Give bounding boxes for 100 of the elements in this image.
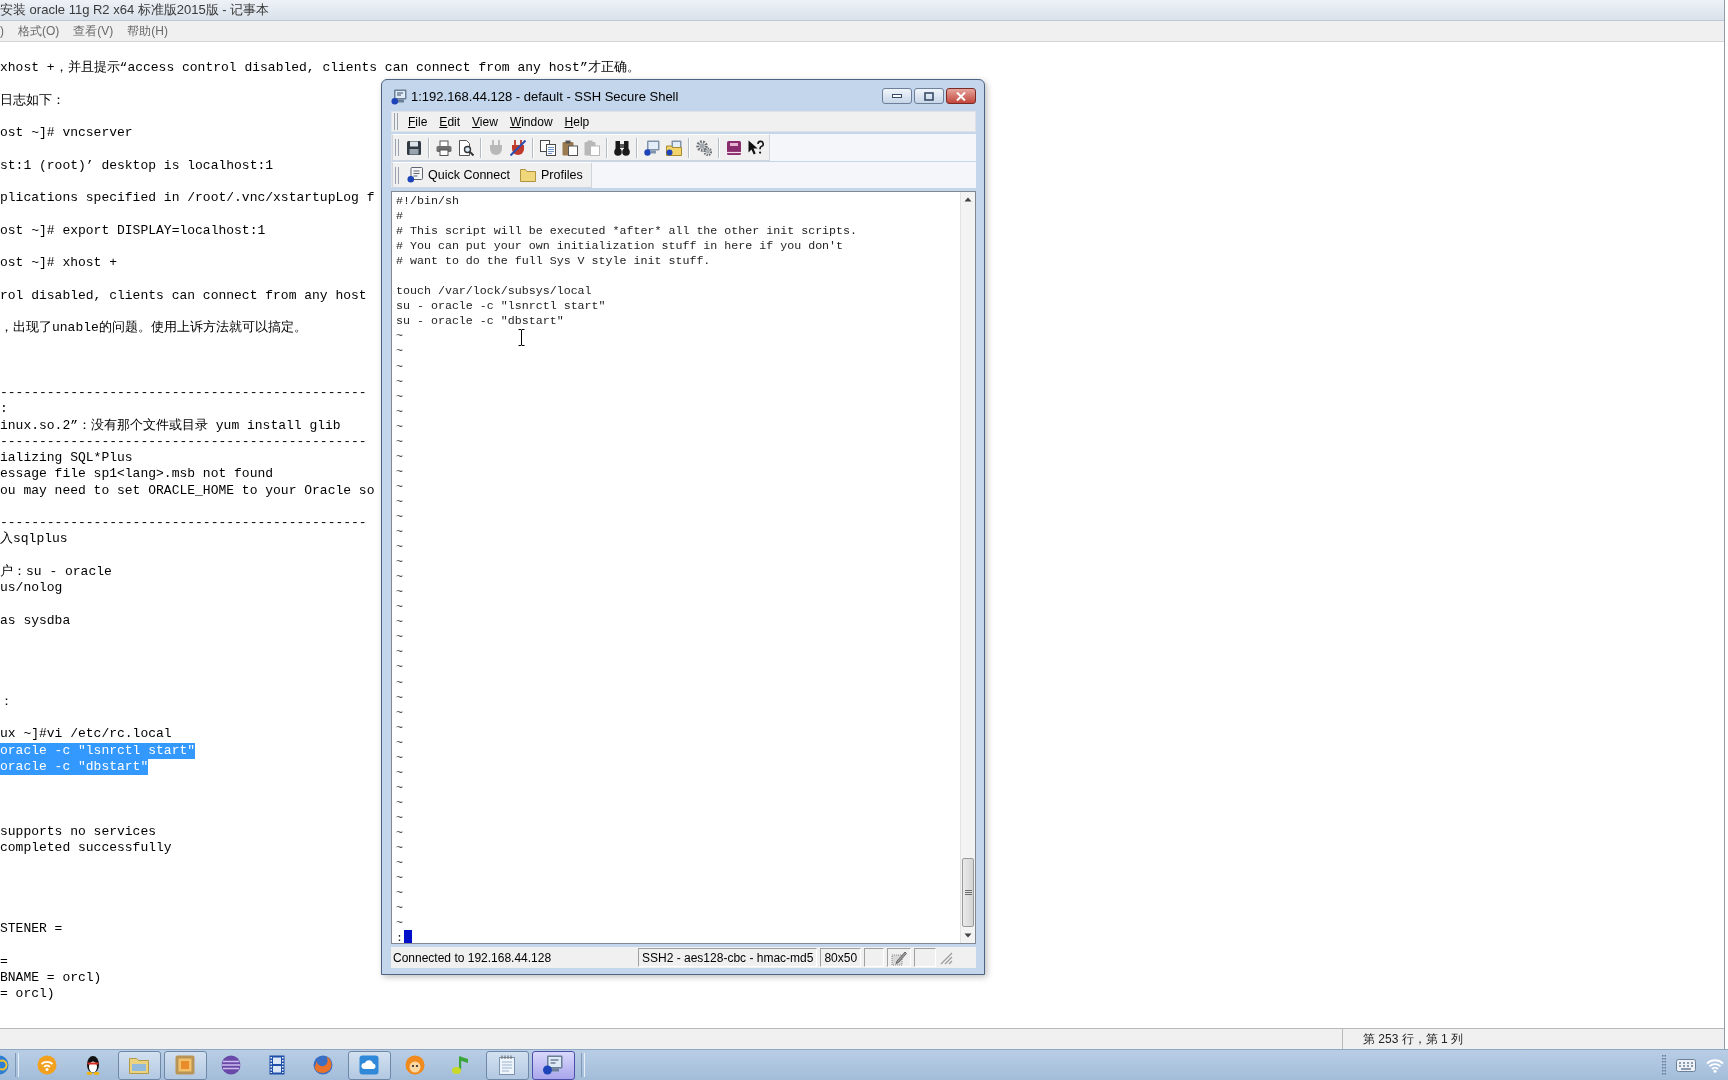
prompt-text: : — [396, 930, 403, 943]
text-line: ux ~]#vi /etc/rc.local — [0, 726, 172, 743]
terminal-icon — [391, 89, 407, 105]
text-line: BNAME = orcl) — [0, 970, 102, 987]
profiles-button[interactable]: Profiles — [516, 164, 589, 186]
terminal-line: ~ — [396, 764, 403, 780]
frame-icon — [175, 1055, 195, 1075]
terminal-line: ~ — [396, 493, 403, 509]
window-title: 1:192.168.44.128 - default - SSH Secure Shell — [411, 89, 679, 105]
vertical-scrollbar[interactable] — [960, 192, 975, 943]
taskbar-button[interactable] — [485, 1050, 529, 1080]
text-line: STENER = — [0, 921, 63, 938]
printer-icon[interactable] — [436, 139, 452, 156]
folder-icon — [520, 168, 536, 182]
minimize-button[interactable] — [882, 88, 912, 104]
text-line: = — [0, 953, 8, 970]
terminal-line: # This script will be executed *after* all the other init scripts. — [396, 223, 858, 239]
settings-icon[interactable] — [696, 139, 712, 156]
text-line: supports no services — [0, 823, 157, 840]
terminal-line: ~ — [396, 794, 403, 810]
terminal-line: ~ — [396, 539, 403, 555]
text-line: completed successfully — [0, 840, 172, 857]
text-line: plications specified in /root/.vnc/xstartupLog f — [0, 190, 375, 207]
menu-item[interactable]: Help — [558, 114, 596, 129]
globe-icon[interactable] — [313, 1055, 333, 1075]
terminal-line: ~ — [396, 885, 403, 901]
text-line: = orcl) — [0, 986, 55, 1003]
taskbar-button[interactable] — [531, 1050, 575, 1080]
book-icon[interactable] — [726, 139, 742, 156]
text-line: ----------------------------------------------- — [0, 433, 367, 450]
resize-grip-icon[interactable] — [939, 950, 954, 965]
menu-item[interactable]: ) — [0, 24, 11, 38]
menu-item[interactable]: 查看(V) — [66, 22, 121, 40]
scrollbar-thumb[interactable] — [962, 858, 974, 927]
terminal-line: ~ — [396, 448, 403, 464]
menu-item[interactable]: 帮助(H) — [120, 22, 175, 40]
text-line: ost ~]# vncserver — [0, 125, 133, 142]
notepad-icon — [497, 1055, 517, 1075]
pointer-question-icon[interactable] — [748, 139, 764, 156]
text-line: ，出现了unable的问题。使用上诉方法就可以搞定。 — [0, 320, 307, 337]
terminal-line: ~ — [396, 433, 403, 449]
menu-item[interactable]: 格式(O) — [11, 22, 67, 40]
terminal-line: ~ — [396, 809, 403, 825]
terminal-line: touch /var/lock/subsys/local — [396, 283, 592, 299]
text-line: rol disabled, clients can connect from any host — [0, 287, 367, 304]
globe-icon[interactable] — [0, 1055, 9, 1075]
text-line: as sysdba — [0, 612, 71, 629]
text-line: ou may need to set ORACLE_HOME to your Oracle so — [0, 482, 375, 499]
terminal-line: ~ — [396, 614, 403, 630]
menu-item[interactable]: File — [402, 114, 434, 129]
terminal-line: # You can put your own initialization stuff in here if you don't — [396, 238, 844, 254]
copy-icon[interactable] — [540, 139, 556, 156]
text-line: xhost +，并且提示“access control disabled, clients can connect from any host”才正确。 — [0, 60, 640, 77]
window-title: 安装 oracle 11g R2 x64 标准版2015版 - 记事本 — [0, 1, 270, 19]
keyboard-icon[interactable] — [1676, 1058, 1696, 1072]
menu-item[interactable]: Edit — [433, 114, 467, 129]
terminal-line: ~ — [396, 734, 403, 750]
terminal-line: ~ — [396, 418, 403, 434]
terminal-line: ~ — [396, 554, 403, 570]
clipboard-icon[interactable] — [562, 139, 578, 156]
menu-item[interactable]: Window — [503, 114, 559, 129]
maximize-icon — [924, 91, 934, 101]
terminal-line: su - oracle -c "lsnrctl start" — [396, 298, 606, 314]
film-icon[interactable] — [267, 1055, 287, 1075]
text-line: ----------------------------------------------- — [0, 385, 367, 402]
terminal-line: ~ — [396, 915, 403, 931]
text-line: ost ~]# xhost + — [0, 255, 118, 272]
maximize-button[interactable] — [914, 88, 944, 104]
terminal-line: ~ — [396, 644, 403, 660]
monitor-icon[interactable] — [644, 139, 660, 156]
taskbar-button[interactable] — [347, 1050, 391, 1080]
menu-item[interactable]: View — [466, 114, 504, 129]
terminal-line: ~ — [396, 840, 403, 856]
text-line: ----------------------------------------------- — [0, 515, 367, 531]
terminal-line: # — [396, 208, 403, 224]
close-button[interactable] — [946, 88, 976, 104]
monitor-folder-icon[interactable] — [666, 139, 682, 156]
plug-slash-icon[interactable] — [510, 139, 526, 156]
text-line: st:1 (root)’ desktop is localhost:1 — [0, 157, 274, 174]
terminal-line: ~ — [396, 900, 403, 916]
text-line: : — [0, 401, 8, 418]
terminal-line: ~ — [396, 659, 403, 675]
cursor-block-icon — [404, 930, 412, 943]
sphere-icon[interactable] — [221, 1055, 241, 1075]
terminal-line: ~ — [396, 524, 403, 540]
terminal-line: ~ — [396, 629, 403, 645]
terminal-line: su - oracle -c "dbstart" — [396, 313, 564, 329]
terminal-line: ~ — [396, 388, 403, 404]
terminal-line: ~ — [396, 749, 403, 765]
text-line: us/nolog — [0, 580, 63, 597]
terminal-line: ~ — [396, 328, 403, 344]
page-magnifier-icon[interactable] — [458, 139, 474, 156]
terminal-line: ~ — [396, 855, 403, 871]
terminal-line: ~ — [396, 704, 403, 720]
terminal-line: ~ — [396, 463, 403, 479]
quick-connect-button[interactable]: Quick Connect — [403, 164, 516, 186]
i-beam-cursor-icon — [518, 329, 525, 346]
terminal-line: ~ — [396, 689, 403, 705]
text-line: ost ~]# export DISPLAY=localhost:1 — [0, 222, 266, 239]
binoculars-icon[interactable] — [614, 139, 630, 156]
